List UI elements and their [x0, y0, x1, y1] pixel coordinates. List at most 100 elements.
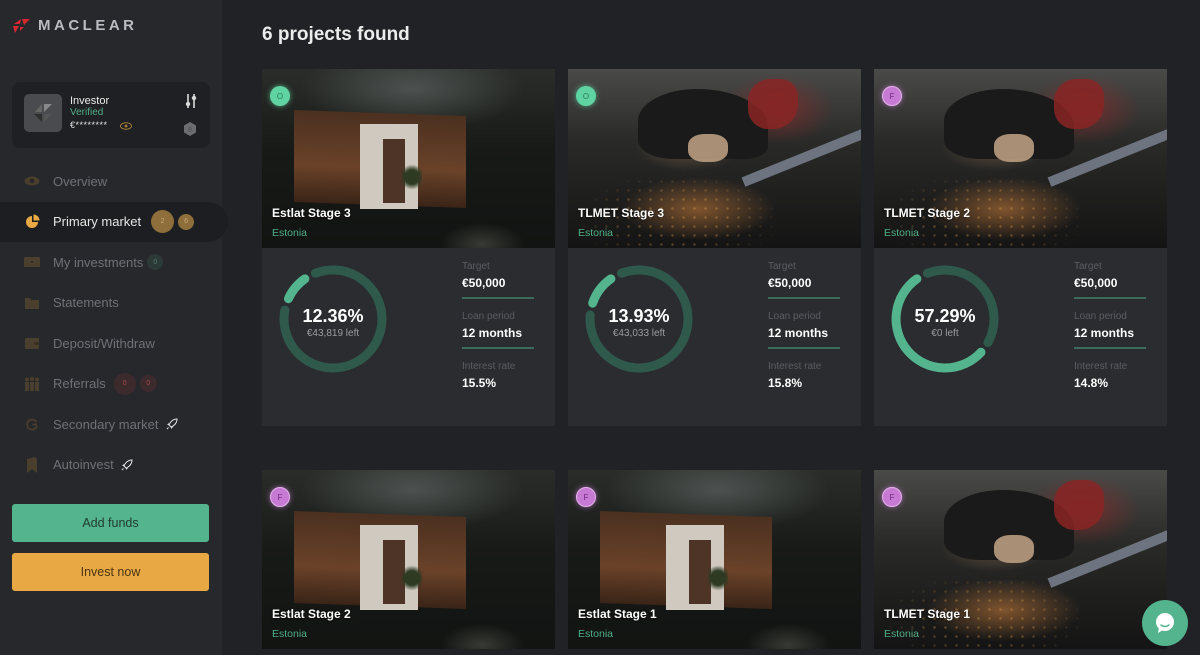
stat-interest-rate: Interest rate 15.5%	[462, 361, 534, 411]
project-image[interactable]: O Estlat Stage 3 Estonia	[262, 69, 555, 248]
chat-bubble-icon	[1156, 613, 1174, 633]
stat-target: Target €50,000	[1074, 261, 1146, 311]
stat-label: Target	[768, 261, 796, 272]
stat-value: €50,000	[462, 276, 534, 299]
brand-name: MACLEAR	[38, 17, 138, 34]
bookmark-icon	[24, 456, 40, 473]
stat-interest-rate: Interest rate 14.8%	[1074, 361, 1146, 411]
sidebar-item-overview[interactable]: Overview	[0, 161, 222, 202]
project-country: Estonia	[884, 628, 920, 640]
page-title: 6 projects found	[262, 24, 410, 45]
project-card[interactable]: F TLMET Stage 2 Estonia 57.29% €0 left T…	[874, 69, 1167, 426]
sidebar-item-secondary-market[interactable]: Secondary market	[0, 404, 222, 445]
stat-label: Interest rate	[768, 361, 822, 372]
project-country: Estonia	[578, 227, 614, 239]
sidebar-item-label: Primary market	[53, 214, 142, 230]
project-details: 57.29% €0 left Target €50,000 Loan perio…	[874, 248, 1167, 426]
logo[interactable]: MACLEAR	[12, 17, 138, 34]
maclear-logo-icon	[13, 18, 30, 33]
avatar[interactable]	[24, 94, 62, 132]
project-title[interactable]: TLMET Stage 2	[884, 206, 970, 220]
eye-icon	[24, 174, 40, 188]
project-card[interactable]: F Estlat Stage 1 Estonia	[568, 470, 861, 649]
project-card[interactable]: F Estlat Stage 2 Estonia	[262, 470, 555, 649]
stat-target: Target €50,000	[462, 261, 534, 311]
progress-fill	[588, 274, 616, 308]
amount-left: €43,033 left	[612, 328, 666, 339]
balance-masked: €********	[70, 120, 108, 130]
house-photo	[568, 470, 861, 649]
refresh-icon	[24, 417, 40, 431]
count-badge: 2	[151, 210, 175, 234]
stat-label: Target	[1074, 261, 1102, 272]
project-card[interactable]: O TLMET Stage 3 Estonia 13.93% €43,033 l…	[568, 69, 861, 426]
sidebar-item-deposit-withdraw[interactable]: Deposit/Withdraw	[0, 323, 222, 364]
sidebar-item-statements[interactable]: Statements	[0, 283, 222, 324]
people-icon	[24, 376, 40, 391]
project-country: Estonia	[578, 628, 614, 640]
project-stats: Target €50,000 Loan period 12 months Int…	[1074, 261, 1146, 411]
welder-photo	[874, 69, 1167, 248]
wallet-card-icon	[24, 336, 40, 350]
sidebar-item-label: Secondary market	[53, 416, 159, 432]
folder-icon	[24, 296, 40, 310]
project-title[interactable]: TLMET Stage 1	[884, 607, 970, 621]
project-card[interactable]: O Estlat Stage 3 Estonia 12.36% €43,819 …	[262, 69, 555, 426]
rocket-icon	[166, 418, 178, 430]
project-country: Estonia	[272, 628, 308, 640]
level-badge: B	[182, 121, 198, 137]
welder-photo	[874, 470, 1167, 649]
show-balance-eye-icon[interactable]	[120, 122, 132, 130]
project-image[interactable]: O TLMET Stage 3 Estonia	[568, 69, 861, 248]
sidebar-item-my-investments[interactable]: My investments 0	[0, 242, 222, 283]
wallet-icon	[24, 255, 40, 269]
sidebar-item-label: My investments	[53, 254, 144, 270]
project-status-badge: O	[576, 86, 596, 106]
sidebar-item-label: Referrals	[53, 376, 106, 392]
stat-label: Target	[462, 261, 490, 272]
project-image[interactable]: F Estlat Stage 1 Estonia	[568, 470, 861, 649]
project-card[interactable]: F TLMET Stage 1 Estonia	[874, 470, 1167, 649]
sidebar-item-autoinvest[interactable]: Autoinvest	[0, 445, 222, 486]
count-badge: 0	[113, 372, 136, 395]
count-badge: 6	[178, 213, 195, 230]
stat-value: 12 months	[1074, 326, 1146, 349]
project-status-badge: O	[270, 86, 290, 106]
sidebar-item-primary-market[interactable]: Primary market 2 6	[0, 201, 228, 242]
stat-label: Interest rate	[1074, 361, 1128, 372]
project-status-badge: F	[882, 487, 902, 507]
main-content: 6 projects found O Estlat Stage 3 Estoni…	[222, 0, 1200, 655]
stat-value: 12 months	[462, 326, 534, 349]
project-image[interactable]: F Estlat Stage 2 Estonia	[262, 470, 555, 649]
project-country: Estonia	[272, 227, 308, 239]
project-title[interactable]: TLMET Stage 3	[578, 206, 664, 220]
funded-percent: 13.93%	[608, 306, 670, 326]
sidebar: MACLEAR Investor Verified €******** B Ov…	[0, 0, 228, 655]
sidebar-item-referrals[interactable]: Referrals 0 0	[0, 364, 222, 405]
funded-percent: 57.29%	[914, 306, 976, 326]
stat-value: 12 months	[768, 326, 840, 349]
project-details: 13.93% €43,033 left Target €50,000 Loan …	[568, 248, 861, 426]
user-card: Investor Verified €******** B	[12, 82, 210, 148]
project-image[interactable]: F TLMET Stage 1 Estonia	[874, 470, 1167, 649]
stat-interest-rate: Interest rate 15.8%	[768, 361, 840, 411]
project-status-badge: F	[882, 86, 902, 106]
count-badge: 0	[147, 254, 164, 271]
chat-button[interactable]	[1142, 600, 1188, 646]
sidebar-item-label: Overview	[53, 173, 108, 189]
project-title[interactable]: Estlat Stage 1	[578, 607, 657, 621]
project-image[interactable]: F TLMET Stage 2 Estonia	[874, 69, 1167, 248]
verified-status: Verified	[70, 107, 104, 118]
project-title[interactable]: Estlat Stage 3	[272, 206, 351, 220]
stat-loan-period: Loan period 12 months	[1074, 311, 1146, 361]
settings-sliders-icon[interactable]	[184, 93, 198, 109]
avatar-logo-icon	[34, 104, 52, 122]
project-title[interactable]: Estlat Stage 2	[272, 607, 351, 621]
project-details: 12.36% €43,819 left Target €50,000 Loan …	[262, 248, 555, 426]
welder-photo	[568, 69, 861, 248]
pie-chart-icon	[24, 214, 40, 229]
stat-label: Loan period	[768, 311, 821, 322]
invest-now-button[interactable]: Invest now	[12, 553, 209, 591]
stat-loan-period: Loan period 12 months	[462, 311, 534, 361]
add-funds-button[interactable]: Add funds	[12, 504, 209, 542]
